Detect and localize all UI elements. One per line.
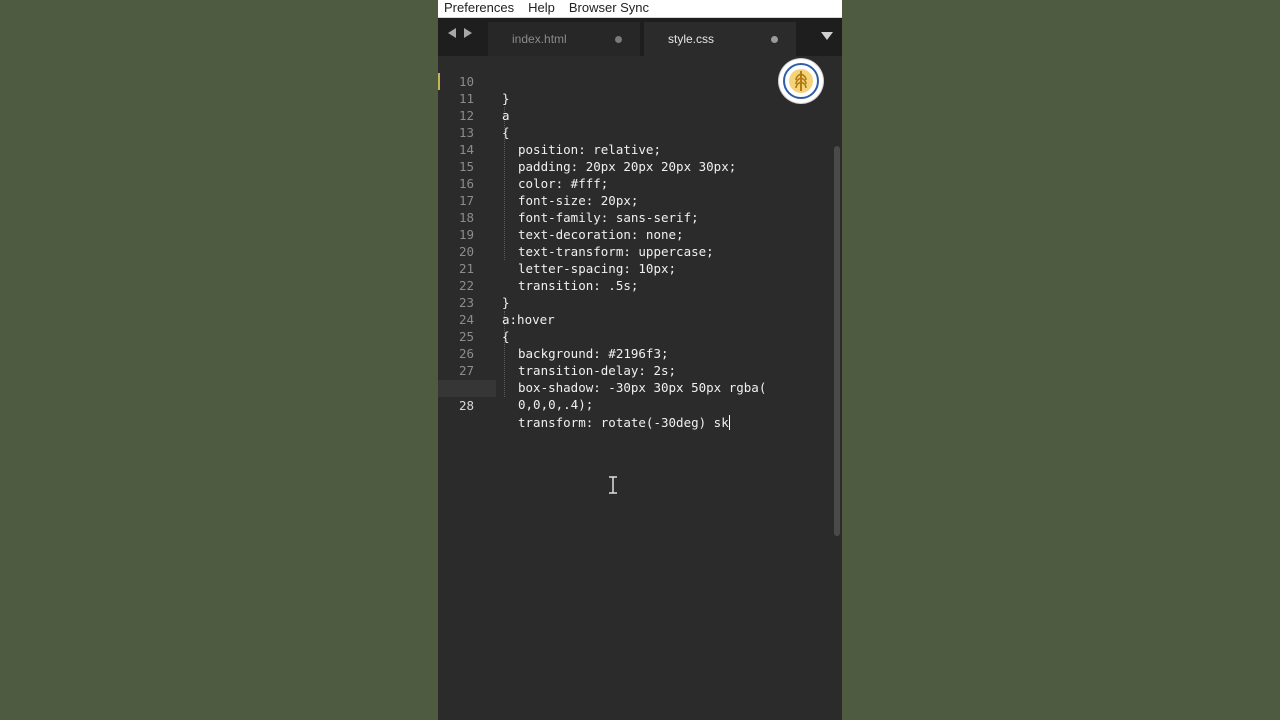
chevron-right-icon[interactable] bbox=[464, 28, 472, 38]
tab-index-html[interactable]: index.html bbox=[488, 22, 640, 56]
code-line: 19 text-transform: uppercase; bbox=[438, 209, 828, 259]
code-line: 17 font-family: sans-serif; bbox=[438, 175, 828, 225]
code-line: 13 position: relative; bbox=[438, 107, 828, 157]
code-line: 15 color: #fff; bbox=[438, 141, 828, 191]
unsaved-dot-icon[interactable] bbox=[615, 36, 622, 43]
scrollbar-thumb[interactable] bbox=[834, 146, 840, 536]
code-line: 18 text-decoration: none; bbox=[438, 192, 828, 242]
tab-label: style.css bbox=[668, 32, 715, 46]
code-line: 0,0,0,.4); bbox=[438, 362, 828, 412]
caret-down-icon[interactable] bbox=[821, 32, 833, 40]
menu-preferences[interactable]: Preferences bbox=[438, 0, 522, 17]
code-line: 23 a:hover bbox=[438, 277, 828, 327]
tab-bar: index.html style.css bbox=[438, 18, 842, 56]
code-line-active: 28 transform: rotate(-30deg) sk bbox=[438, 380, 828, 430]
chevron-left-icon[interactable] bbox=[448, 28, 456, 38]
menubar: Preferences Help Browser Sync bbox=[438, 0, 842, 18]
tab-style-css[interactable]: style.css bbox=[644, 22, 796, 56]
code-line: 10 } bbox=[438, 56, 828, 106]
code-line: 11 a bbox=[438, 73, 828, 123]
wheat-emblem-icon bbox=[779, 59, 823, 103]
code-line: 22 } bbox=[438, 260, 828, 310]
text-cursor-icon bbox=[607, 476, 619, 494]
code-editor[interactable]: 10 } 11 a 12 { 13 position: relative; 14… bbox=[438, 56, 842, 720]
code-line: 16 font-size: 20px; bbox=[438, 158, 828, 208]
code-line: 27 box-shadow: -30px 30px 50px rgba( bbox=[438, 345, 828, 395]
code-line: 24 { bbox=[438, 294, 828, 344]
code-line: 12 { bbox=[438, 90, 828, 140]
code-line: 20 letter-spacing: 10px; bbox=[438, 226, 828, 276]
menu-browser-sync[interactable]: Browser Sync bbox=[563, 0, 657, 17]
line-text: transform: rotate(-30deg) sk bbox=[518, 414, 730, 431]
code-line: 14 padding: 20px 20px 20px 30px; bbox=[438, 124, 828, 174]
line-text: 0,0,0,.4); bbox=[518, 397, 594, 412]
code-line: 25 background: #2196f3; bbox=[438, 311, 828, 361]
unsaved-dot-icon[interactable] bbox=[771, 36, 778, 43]
text-caret bbox=[728, 415, 730, 430]
editor-window: Preferences Help Browser Sync index.html… bbox=[438, 0, 842, 720]
menu-help[interactable]: Help bbox=[522, 0, 563, 17]
code-line: 26 transition-delay: 2s; bbox=[438, 328, 828, 378]
code-line: 21 transition: .5s; bbox=[438, 243, 828, 293]
line-number: 28 bbox=[458, 398, 474, 413]
line-text-content: transform: rotate(-30deg) sk bbox=[518, 415, 729, 430]
tab-label: index.html bbox=[512, 32, 567, 46]
